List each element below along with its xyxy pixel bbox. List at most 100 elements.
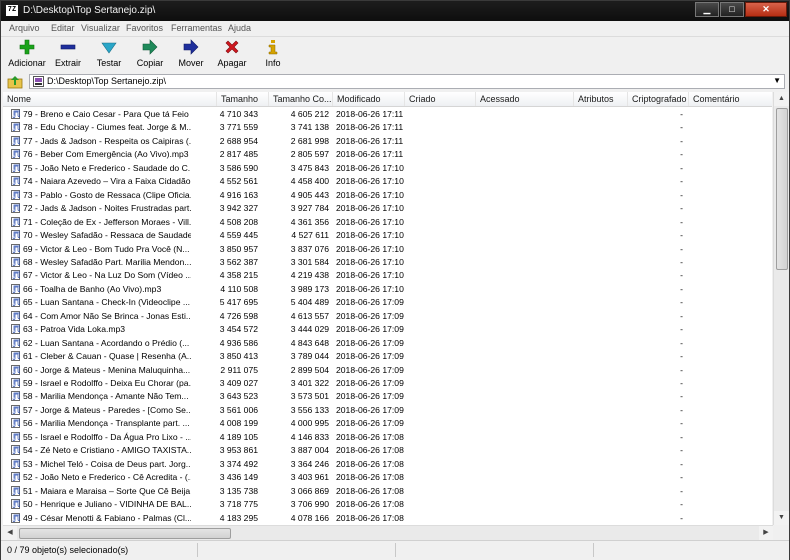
scroll-left-button[interactable]: ◀ [3, 526, 17, 540]
menu-arquivo[interactable]: Arquivo [9, 23, 40, 33]
file-row[interactable]: 65 - Luan Santana - Check-In (Videoclipe… [3, 296, 772, 308]
check-arrow-icon [101, 42, 117, 54]
file-row[interactable]: 57 - Jorge & Mateus - Paredes - [Como Se… [3, 404, 772, 416]
horizontal-scroll-thumb[interactable] [19, 528, 231, 539]
file-name: 79 - Breno e Caio Cesar - Para Que tá Fe… [23, 109, 191, 119]
file-row[interactable]: 66 - Toalha de Banho (Ao Vivo).mp3 4 110 … [3, 283, 772, 295]
file-row[interactable]: 71 - Coleção de Ex - Jefferson Moraes - … [3, 216, 772, 228]
file-row[interactable]: 77 - Jads & Jadson - Respeita os Caipira… [3, 135, 772, 147]
move-button[interactable]: Mover [171, 39, 211, 68]
vertical-scroll-thumb[interactable] [776, 108, 788, 270]
file-packed-size: 3 837 076 [290, 243, 329, 254]
file-size: 3 135 738 [219, 485, 258, 496]
file-row[interactable]: 51 - Maiara e Maraisa – Sorte Que Cê Bei… [3, 485, 772, 497]
file-name: 77 - Jads & Jadson - Respeita os Caipira… [23, 135, 191, 146]
vertical-scrollbar[interactable]: ▲ ▼ [773, 92, 789, 525]
file-name: 64 - Com Amor Não Se Brinca - Jonas Esti… [23, 310, 191, 321]
column-header-tamanho-co[interactable]: Tamanho Co... [269, 92, 333, 106]
address-field[interactable]: D:\Desktop\Top Sertanejo.zip\ ▼ [29, 74, 785, 89]
file-row[interactable]: 64 - Com Amor Não Se Brinca - Jonas Esti… [3, 310, 772, 322]
menu-ajuda[interactable]: Ajuda [228, 23, 251, 33]
file-encrypted: - [680, 122, 683, 133]
file-row[interactable]: 53 - Michel Teló - Coisa de Deus part. J… [3, 458, 772, 470]
file-name-cell: 77 - Jads & Jadson - Respeita os Caipira… [11, 135, 191, 147]
maximize-button[interactable]: □ [720, 2, 744, 17]
file-encrypted: - [680, 499, 683, 510]
file-row[interactable]: 61 - Cleber & Cauan - Quase | Resenha (A… [3, 350, 772, 362]
file-row[interactable]: 75 - João Neto e Frederico - Saudade do … [3, 162, 772, 174]
file-row[interactable]: 50 - Henrique e Juliano - VIDINHA DE BAL… [3, 498, 772, 510]
column-header-criado[interactable]: Criado [405, 92, 476, 106]
add-button[interactable]: Adicionar [7, 39, 47, 68]
column-header-atributos[interactable]: Atributos [574, 92, 628, 106]
file-size: 4 508 208 [219, 216, 258, 227]
column-header-acessado[interactable]: Acessado [476, 92, 574, 106]
file-row[interactable]: 55 - Israel e Rodolffo - Da Água Pro Lix… [3, 431, 772, 443]
close-button[interactable]: ✕ [745, 2, 787, 17]
menu-ferramentas[interactable]: Ferramentas [171, 23, 222, 33]
file-encrypted: - [680, 216, 683, 227]
horizontal-scrollbar[interactable]: ◀ ▶ [3, 525, 773, 540]
title-bar[interactable]: 7Z D:\Desktop\Top Sertanejo.zip\ ▁ □ ✕ [1, 1, 789, 21]
test-button[interactable]: Testar [89, 39, 129, 68]
file-row[interactable]: 69 - Victor & Leo - Bom Tudo Pra Você (N… [3, 243, 772, 255]
file-row[interactable]: 54 - Zé Neto e Cristiano - AMIGO TAXISTA… [3, 444, 772, 456]
audio-file-icon [11, 135, 21, 146]
column-header-tamanho[interactable]: Tamanho [217, 92, 269, 106]
file-name: 51 - Maiara e Maraisa – Sorte Que Cê Bei… [23, 485, 191, 496]
file-row[interactable]: 58 - Marilia Mendonça - Amante Não Tem..… [3, 390, 772, 402]
column-header-nome[interactable]: Nome [3, 92, 217, 106]
file-packed-size: 3 789 044 [290, 351, 329, 362]
minimize-button[interactable]: ▁ [695, 2, 719, 17]
column-header-coment-rio[interactable]: Comentário [689, 92, 772, 106]
file-row[interactable]: 59 - Israel e Rodolffo - Deixa Eu Chorar… [3, 377, 772, 389]
menu-favoritos[interactable]: Favoritos [126, 23, 163, 33]
file-name-cell: 68 - Wesley Safadão Part. Marilia Mendon… [11, 256, 191, 268]
file-row[interactable]: 78 - Edu Chociay - Ciumes feat. Jorge & … [3, 121, 772, 133]
file-name: 76 - Beber Com Emergência (Ao Vivo).mp3 [23, 149, 189, 160]
file-name-cell: 58 - Marilia Mendonça - Amante Não Tem..… [11, 390, 191, 402]
file-row[interactable]: 79 - Breno e Caio Cesar - Para Que tá Fe… [3, 108, 772, 120]
file-list[interactable]: 79 - Breno e Caio Cesar - Para Que tá Fe… [3, 107, 772, 525]
file-modified: 2018-06-26 17:10 [336, 243, 404, 254]
menu-visualizar[interactable]: Visualizar [81, 23, 120, 33]
delete-button[interactable]: Apagar [212, 39, 252, 68]
column-header-modificado[interactable]: Modificado [333, 92, 405, 106]
scroll-up-button[interactable]: ▲ [774, 92, 789, 106]
file-row[interactable]: 63 - Patroa Vida Loka.mp3 3 454 572 3 444 … [3, 323, 772, 335]
address-dropdown-button[interactable]: ▼ [773, 76, 781, 85]
file-row[interactable]: 76 - Beber Com Emergência (Ao Vivo).mp3 2… [3, 148, 772, 160]
file-row[interactable]: 73 - Pablo - Gosto de Ressaca (Clipe Ofi… [3, 189, 772, 201]
file-name-cell: 75 - João Neto e Frederico - Saudade do … [11, 162, 191, 174]
file-row[interactable]: 67 - Victor & Leo - Na Luz Do Som (Vídeo… [3, 269, 772, 281]
file-packed-size: 3 706 990 [290, 499, 329, 510]
extract-button[interactable]: Extrair [48, 39, 88, 68]
menu-editar[interactable]: Editar [51, 23, 75, 33]
file-encrypted: - [680, 230, 683, 241]
audio-file-icon [11, 485, 21, 496]
copy-button[interactable]: Copiar [130, 39, 170, 68]
file-row[interactable]: 74 - Naiara Azevedo – Vira a Faixa Cidad… [3, 175, 772, 187]
scroll-right-button[interactable]: ▶ [759, 526, 773, 540]
column-header: Nome Tamanho Tamanho Co... Modificado Criado… [3, 92, 772, 107]
file-row[interactable]: 62 - Luan Santana - Acordando o Prédio (… [3, 337, 772, 349]
file-row[interactable]: 52 - João Neto e Frederico - Cê Acredita… [3, 471, 772, 483]
file-row[interactable]: 49 - César Menotti & Fabiano - Palmas (C… [3, 512, 772, 524]
file-row[interactable]: 70 - Wesley Safadão - Ressaca de Saudade… [3, 229, 772, 241]
file-name: 70 - Wesley Safadão - Ressaca de Saudade… [23, 230, 191, 241]
audio-file-icon [11, 324, 21, 335]
file-row[interactable]: 56 - Marilia Mendonça - Transplante part… [3, 417, 772, 429]
info-button[interactable]: Info [253, 39, 293, 68]
file-name-cell: 70 - Wesley Safadão - Ressaca de Saudade… [11, 229, 191, 241]
file-row[interactable]: 72 - Jads & Jadson - Noites Frustradas p… [3, 202, 772, 214]
column-header-criptografado[interactable]: Criptografado [628, 92, 689, 106]
file-name-cell: 66 - Toalha de Banho (Ao Vivo).mp3 [11, 283, 191, 295]
file-row[interactable]: 60 - Jorge & Mateus - Menina Maluquinha.… [3, 364, 772, 376]
delete-x-icon [225, 40, 239, 54]
file-name: 52 - João Neto e Frederico - Cê Acredita… [23, 472, 191, 483]
audio-file-icon [11, 122, 21, 133]
file-size: 4 916 163 [219, 189, 258, 200]
scroll-down-button[interactable]: ▼ [774, 511, 789, 525]
file-row[interactable]: 68 - Wesley Safadão Part. Marilia Mendon… [3, 256, 772, 268]
up-folder-icon[interactable] [7, 75, 23, 89]
